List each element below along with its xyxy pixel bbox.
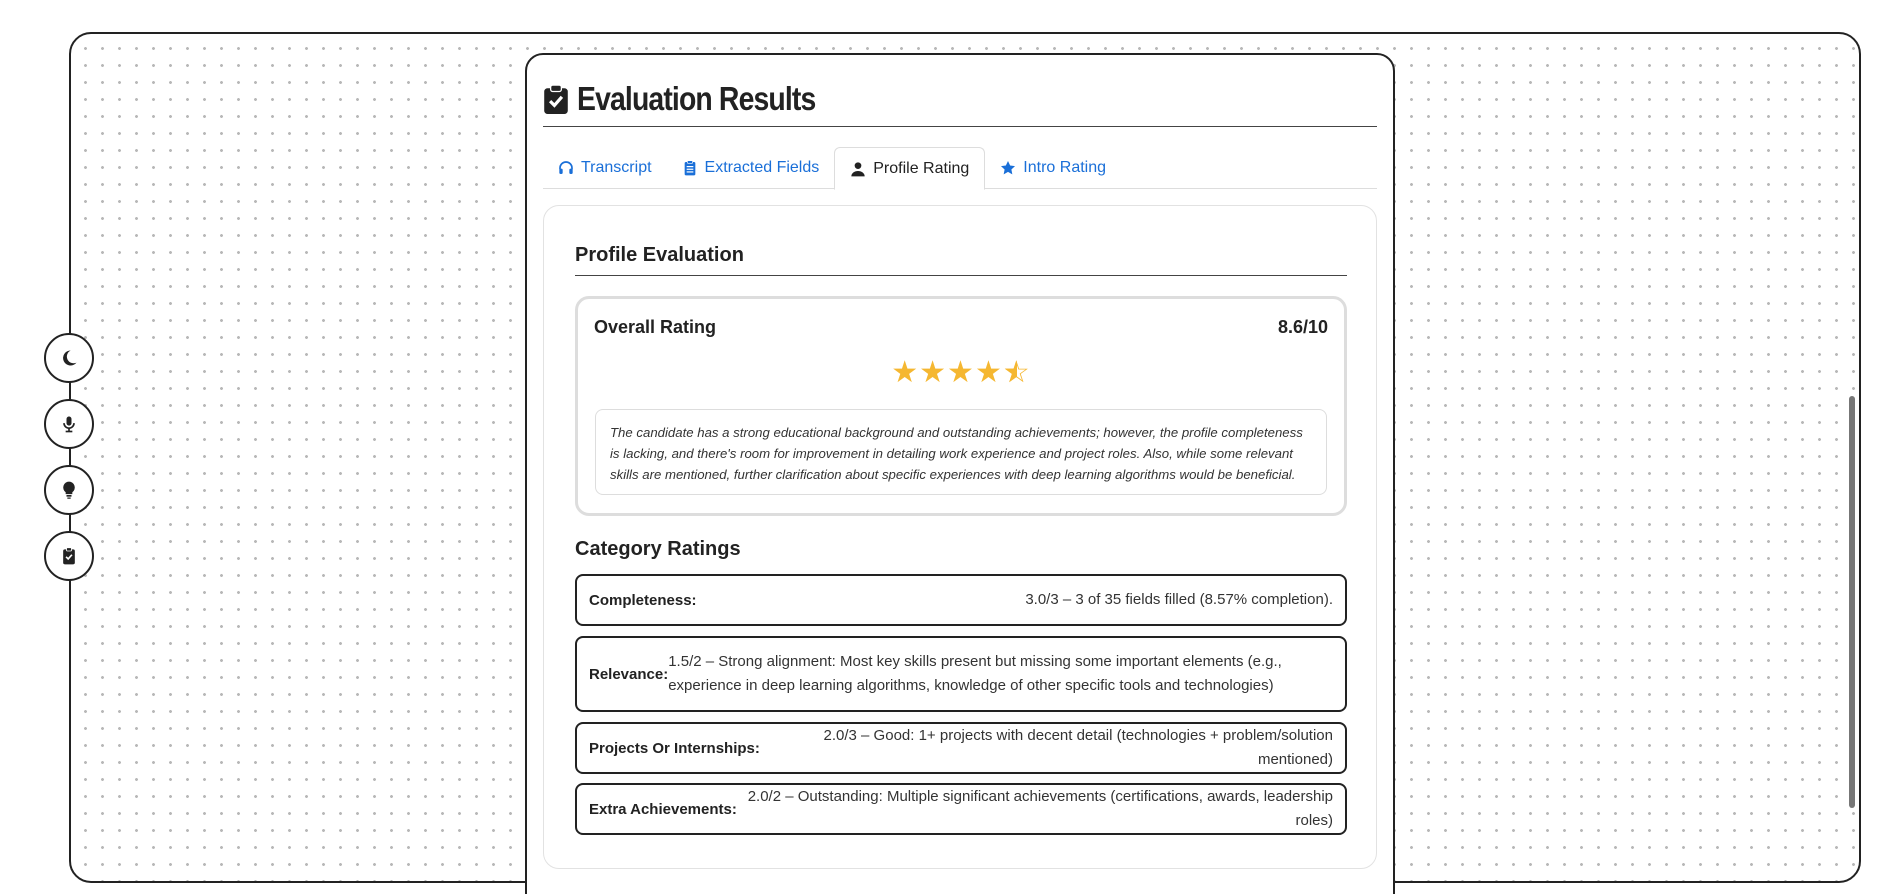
category-row-extra-achievements: Extra Achievements: 2.0/2 – Outstanding:…	[575, 783, 1347, 835]
category-ratings-title: Category Ratings	[575, 538, 741, 560]
evaluation-button[interactable]	[44, 531, 94, 581]
category-label: Projects Or Internships:	[589, 739, 760, 757]
panel-header: Evaluation Results	[543, 71, 1377, 127]
moon-icon	[63, 350, 77, 366]
tab-transcript[interactable]: Transcript	[543, 147, 667, 189]
user-icon	[851, 161, 865, 176]
overall-rating-score: 8.6/10	[1277, 317, 1328, 337]
clipboard-check-icon	[63, 547, 75, 565]
tab-label: Extracted Fields	[704, 159, 820, 176]
microphone-button[interactable]	[44, 399, 94, 449]
tab-bar: Transcript Extracted Fields Profile Rati…	[543, 147, 1377, 190]
category-value: 2.0/2 – Outstanding: Multiple significan…	[747, 788, 1333, 829]
tab-label: Transcript	[581, 159, 652, 176]
page-title: Evaluation Results	[577, 79, 816, 117]
star-full-icon: ★	[974, 356, 1003, 389]
tips-button[interactable]	[44, 465, 94, 515]
category-value: 1.5/2 – Strong alignment: Most key skill…	[668, 653, 1282, 694]
overall-rating-label: Overall Rating	[594, 317, 717, 337]
star-full-icon: ★	[919, 356, 948, 389]
category-row-completeness: Completeness: 3.0/3 – 3 of 35 fields fil…	[575, 574, 1347, 626]
section-title: Profile Evaluation	[575, 236, 1347, 276]
category-row-relevance: Relevance: 1.5/2 – Strong alignment: Mos…	[575, 636, 1347, 712]
star-full-icon: ★	[891, 356, 920, 389]
scrollbar[interactable]	[1849, 396, 1855, 808]
clipboard-check-icon	[544, 83, 568, 114]
tab-profile-rating[interactable]: Profile Rating	[834, 147, 986, 190]
star-icon	[1001, 161, 1016, 175]
category-label: Completeness:	[589, 591, 697, 609]
rating-summary: The candidate has a strong educational b…	[595, 409, 1327, 495]
evaluation-panel: Evaluation Results Transcript Extracted …	[525, 53, 1395, 894]
microphone-icon	[63, 416, 75, 433]
star-rating: ★★★★ ☆★	[578, 357, 1344, 389]
star-half-icon: ☆★	[1002, 356, 1031, 389]
lightbulb-icon	[63, 481, 75, 499]
star-full-icon: ★	[947, 356, 975, 389]
overall-rating-box: Overall Rating 8.6/10 ★★★★ ☆★ The candid…	[575, 296, 1347, 516]
tab-label: Profile Rating	[873, 159, 970, 177]
tab-label: Intro Rating	[1023, 159, 1107, 176]
profile-evaluation-card: Profile Evaluation Overall Rating 8.6/10…	[543, 205, 1377, 869]
tab-intro-rating[interactable]: Intro Rating	[985, 147, 1121, 189]
headphones-icon	[559, 161, 573, 174]
theme-toggle-button[interactable]	[44, 333, 94, 383]
clipboard-list-icon	[684, 160, 695, 176]
tab-extracted-fields[interactable]: Extracted Fields	[667, 147, 835, 189]
category-row-projects: Projects Or Internships: 2.0/3 – Good: 1…	[575, 722, 1347, 774]
category-value: 2.0/3 – Good: 1+ projects with decent de…	[823, 727, 1333, 768]
category-value: 3.0/3 – 3 of 35 fields filled (8.57% com…	[1025, 591, 1333, 608]
category-label: Relevance:	[589, 665, 669, 683]
category-label: Extra Achievements:	[589, 800, 737, 818]
